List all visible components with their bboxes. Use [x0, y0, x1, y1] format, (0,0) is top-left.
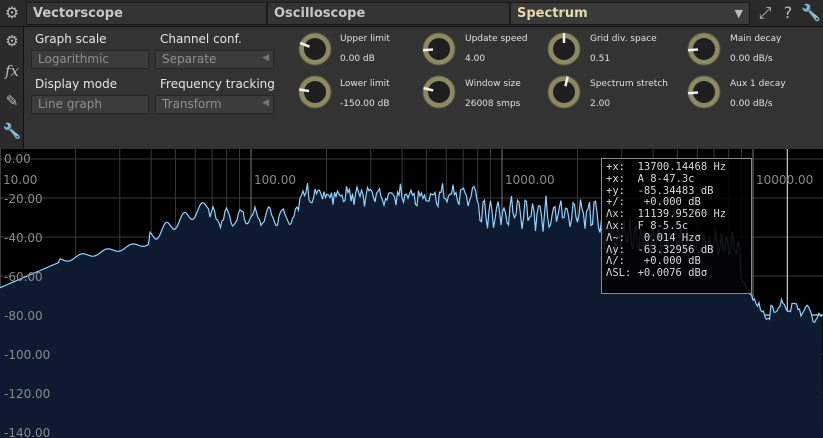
spectrum-display[interactable]: 0.00 -20.00 -40.00 -60.00 -80.00 -100.00 -120.…	[0, 149, 823, 438]
grid-div-space-value: 0.51	[590, 54, 611, 64]
lower-limit-knob[interactable]	[296, 73, 334, 111]
tab-spectrum[interactable]: Spectrum ▼	[510, 2, 750, 25]
chevron-down-icon: ◀	[262, 98, 269, 108]
x-axis-label: 1000.00	[505, 173, 555, 187]
window-size-label: Window size	[465, 79, 521, 89]
y-axis-label: -120.00	[4, 387, 50, 401]
frequency-tracking-value: Transform	[162, 97, 222, 111]
y-axis-label: -40.00	[4, 231, 43, 245]
tab-oscilloscope[interactable]: Oscilloscope	[267, 2, 510, 25]
spectrum-stretch-label: Spectrum stretch	[590, 79, 668, 89]
readout-line: +x: A 8-47.3c	[606, 172, 695, 185]
x-axis-label: 10000.00	[756, 173, 813, 187]
y-axis-label: -140.00	[4, 426, 50, 438]
main-decay-label: Main decay	[730, 34, 782, 44]
tab-vectorscope[interactable]: Vectorscope	[26, 2, 267, 25]
window-size-knob[interactable]	[420, 73, 458, 111]
readout-line: ΛSL: +0.0076 dBσ	[606, 267, 708, 280]
graph-scale-select[interactable]: Logarithmic	[31, 50, 149, 69]
x-axis-label: 10.00	[3, 173, 37, 187]
fx-icon[interactable]: fx	[2, 59, 22, 83]
update-speed-value: 4.00	[465, 54, 486, 64]
spectrum-stretch-value: 2.00	[590, 99, 611, 109]
y-axis-label: 0.00	[4, 152, 31, 166]
frequency-tracking-label: Frequency tracking	[160, 77, 275, 91]
display-mode-label: Display mode	[35, 77, 118, 91]
gear-icon[interactable]: ⚙	[2, 2, 22, 24]
frequency-tracking-select[interactable]: Transform ◀	[155, 95, 274, 114]
expand-icon[interactable]: ⤢	[755, 2, 775, 24]
aux-1-decay-value: 0.00 dB/s	[730, 99, 773, 109]
lower-limit-value: -150.00 dB	[340, 99, 390, 109]
brush-icon[interactable]: ✎	[2, 89, 22, 113]
tab-spectrum-label: Spectrum	[517, 6, 588, 21]
tab-bar: ⚙ Vectorscope Oscilloscope Spectrum ▼ ⤢ …	[0, 0, 823, 27]
graph-scale-value: Logarithmic	[38, 52, 109, 66]
upper-limit-knob[interactable]	[296, 30, 334, 68]
grid-div-space-label: Grid div. space	[590, 34, 657, 44]
chevron-down-icon[interactable]: ▼	[735, 7, 743, 20]
help-icon[interactable]: ?	[778, 2, 798, 24]
aux-1-decay-knob[interactable]	[685, 73, 723, 111]
update-speed-knob[interactable]	[420, 30, 458, 68]
main-decay-knob[interactable]	[685, 30, 723, 68]
aux-1-decay-label: Aux 1 decay	[730, 79, 786, 89]
channel-conf-label: Channel conf.	[160, 32, 242, 46]
readout-line: Λx: F 8-5.5c	[606, 219, 689, 232]
display-mode-value: Line graph	[38, 97, 102, 111]
controls-panel: Graph scale Logarithmic Channel conf. Se…	[24, 27, 823, 149]
cursor-readout: +x: 13700.14468 Hz +x: A 8-47.3c +y: -85…	[601, 158, 752, 294]
x-axis-label: 100.00	[254, 173, 296, 187]
channel-conf-value: Separate	[162, 52, 217, 66]
spectrum-stretch-knob[interactable]	[545, 73, 583, 111]
y-axis-label: -80.00	[4, 309, 43, 323]
display-mode-select[interactable]: Line graph	[31, 95, 149, 114]
upper-limit-value: 0.00 dB	[340, 54, 375, 64]
window-size-value: 26008 smps	[465, 99, 521, 109]
y-axis-label: -20.00	[4, 192, 43, 206]
grid-div-space-knob[interactable]	[545, 30, 583, 68]
upper-limit-label: Upper limit	[340, 34, 390, 44]
wrench-icon[interactable]: 🔧	[801, 2, 821, 24]
chevron-down-icon: ◀	[262, 53, 269, 63]
lower-limit-label: Lower limit	[340, 79, 390, 89]
y-axis-label: -60.00	[4, 270, 43, 284]
y-axis-label: -100.00	[4, 348, 50, 362]
graph-scale-label: Graph scale	[35, 32, 107, 46]
gear-icon[interactable]: ⚙	[2, 29, 22, 53]
channel-conf-select[interactable]: Separate ◀	[155, 50, 274, 69]
tool-column: ⚙ fx ✎ 🔧	[0, 27, 24, 149]
update-speed-label: Update speed	[465, 34, 528, 44]
wrench-icon[interactable]: 🔧	[2, 119, 22, 143]
readout-line: Λ~: 0.014 Hzσ	[606, 231, 701, 244]
main-decay-value: 0.00 dB/s	[730, 54, 773, 64]
